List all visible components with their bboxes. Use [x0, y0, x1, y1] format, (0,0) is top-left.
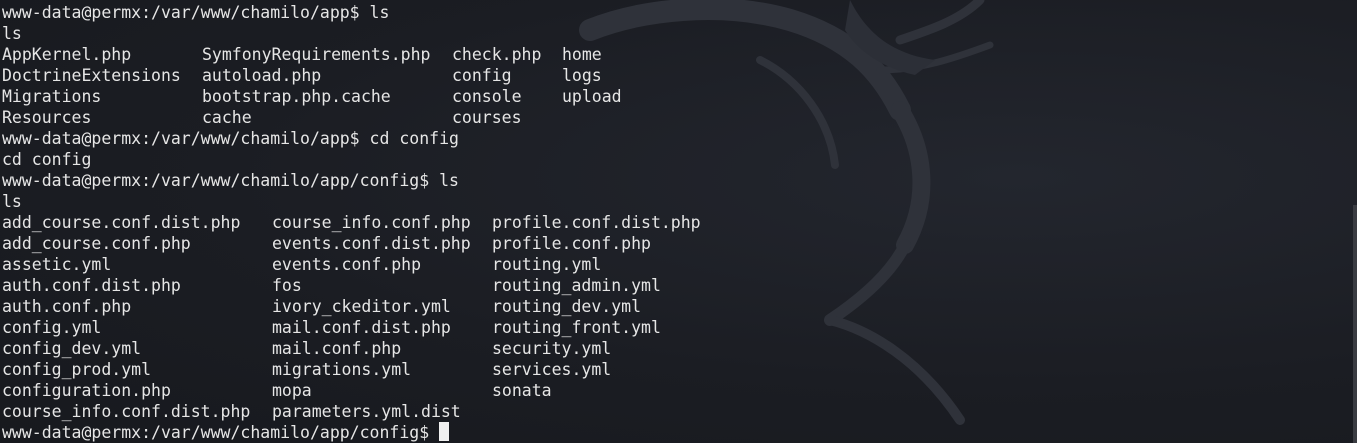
file-entry: add_course.conf.php — [2, 234, 191, 253]
file-entry: profile.conf.dist.php — [492, 213, 701, 232]
file-entry: autoload.php — [202, 66, 322, 85]
file-entry: config_dev.yml — [2, 339, 142, 358]
output-line: ls — [2, 191, 701, 212]
prompt-line: www-data@permx:/var/www/chamilo/app$ ls — [2, 2, 701, 23]
prompt-line: www-data@permx:/var/www/chamilo/app$ cd … — [2, 128, 701, 149]
file-entry: routing_admin.yml — [492, 276, 661, 295]
listing-row: assetic.yml events.conf.php routing.yml — [2, 254, 701, 275]
text-cursor[interactable] — [439, 422, 450, 441]
directory-entry: fos — [272, 276, 302, 295]
file-entry: assetic.yml — [2, 255, 112, 274]
scrollbar[interactable] — [1353, 205, 1357, 443]
file-entry: console — [452, 87, 522, 106]
file-entry: ivory_ckeditor.yml — [272, 297, 451, 316]
command-text: www-data@permx:/var/www/chamilo/app$ ls — [2, 3, 390, 22]
file-entry: security.yml — [492, 339, 612, 358]
file-entry: check.php — [452, 45, 542, 64]
listing-row: config.yml mail.conf.dist.php routing_fr… — [2, 317, 701, 338]
listing-row: add_course.conf.php events.conf.dist.php… — [2, 233, 701, 254]
file-entry: course_info.conf.dist.php — [2, 402, 251, 421]
file-entry: course_info.conf.php — [272, 213, 471, 232]
directory-entry: home — [562, 45, 602, 64]
file-entry: routing.yml — [492, 255, 602, 274]
file-entry: SymfonyRequirements.php — [202, 45, 431, 64]
directory-entry: courses — [452, 108, 522, 127]
file-entry: config.yml — [2, 318, 102, 337]
prompt-line: www-data@permx:/var/www/chamilo/app/conf… — [2, 170, 701, 191]
directory-entry: cache — [202, 108, 252, 127]
listing-row: add_course.conf.dist.php course_info.con… — [2, 212, 701, 233]
file-entry: config_prod.yml — [2, 360, 152, 379]
directory-entry: DoctrineExtensions — [2, 66, 181, 85]
file-entry: parameters.yml.dist — [272, 402, 461, 421]
listing-row: Migrations bootstrap.php.cache console u… — [2, 86, 701, 107]
file-entry: mail.conf.dist.php — [272, 318, 451, 337]
file-entry: bootstrap.php.cache — [202, 87, 391, 106]
prompt-line[interactable]: www-data@permx:/var/www/chamilo/app/conf… — [2, 422, 701, 443]
directory-entry: mopa — [272, 381, 312, 400]
file-entry: events.conf.php — [272, 255, 422, 274]
listing-row: AppKernel.php SymfonyRequirements.php ch… — [2, 44, 701, 65]
file-entry: services.yml — [492, 360, 612, 379]
file-entry: routing_front.yml — [492, 318, 661, 337]
file-entry: profile.conf.php — [492, 234, 651, 253]
directory-entry: Resources — [2, 108, 92, 127]
listing-row: config_prod.yml migrations.yml services.… — [2, 359, 701, 380]
listing-row: auth.conf.dist.php fos routing_admin.yml — [2, 275, 701, 296]
command-prompt: www-data@permx:/var/www/chamilo/app/conf… — [2, 423, 430, 442]
command-text: www-data@permx:/var/www/chamilo/app$ cd … — [2, 129, 459, 148]
echo-text: cd config — [2, 150, 92, 169]
directory-entry: Migrations — [2, 87, 102, 106]
file-entry: add_course.conf.dist.php — [2, 213, 241, 232]
listing-row: Resources cache courses — [2, 107, 701, 128]
directory-entry: sonata — [492, 381, 552, 400]
file-entry: AppKernel.php — [2, 45, 132, 64]
file-entry: mail.conf.php — [272, 339, 402, 358]
command-text: www-data@permx:/var/www/chamilo/app/conf… — [2, 171, 459, 190]
listing-row: auth.conf.php ivory_ckeditor.yml routing… — [2, 296, 701, 317]
file-entry: auth.conf.php — [2, 297, 132, 316]
listing-row: DoctrineExtensions autoload.php config l… — [2, 65, 701, 86]
output-line: cd config — [2, 149, 701, 170]
file-entry: routing_dev.yml — [492, 297, 642, 316]
directory-entry: logs — [562, 66, 602, 85]
listing-row: course_info.conf.dist.php parameters.yml… — [2, 401, 701, 422]
directory-entry: config — [452, 66, 512, 85]
echo-text: ls — [2, 24, 22, 43]
output-line: ls — [2, 23, 701, 44]
listing-row: configuration.php mopa sonata — [2, 380, 701, 401]
file-entry: migrations.yml — [272, 360, 412, 379]
echo-text: ls — [2, 192, 22, 211]
listing-row: config_dev.yml mail.conf.php security.ym… — [2, 338, 701, 359]
directory-entry: upload — [562, 87, 622, 106]
file-entry: configuration.php — [2, 381, 171, 400]
terminal-output: www-data@permx:/var/www/chamilo/app$ ls … — [2, 2, 701, 443]
file-entry: auth.conf.dist.php — [2, 276, 181, 295]
terminal-window[interactable]: www-data@permx:/var/www/chamilo/app$ ls … — [0, 0, 1357, 443]
file-entry: events.conf.dist.php — [272, 234, 471, 253]
